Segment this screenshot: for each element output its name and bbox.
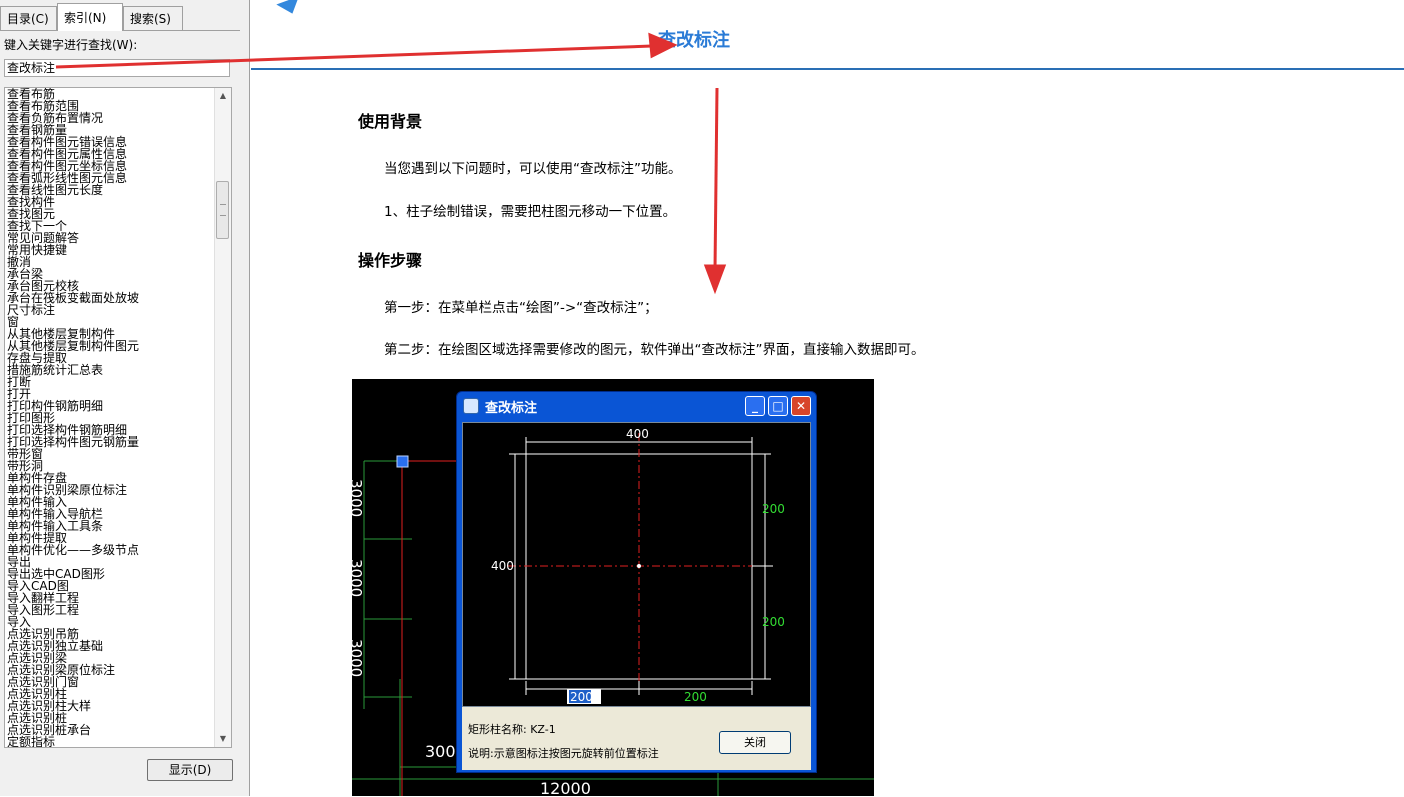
scroll-down-icon[interactable]: ▼: [215, 731, 231, 747]
keyword-input[interactable]: [4, 59, 230, 77]
dim-bottom-left-label: 200: [570, 690, 593, 704]
minimize-icon[interactable]: _: [745, 396, 765, 416]
tab-search[interactable]: 搜索(S): [123, 6, 183, 30]
maximize-icon[interactable]: □: [768, 396, 788, 416]
dim-bottom-right-label: 200: [684, 690, 707, 704]
help-navigation-pane: 目录(C) 索引(N) 搜索(S) 键入关键字进行查找(W): 查看布筋查看布筋…: [0, 0, 242, 796]
background-paragraph-1: 当您遇到以下问题时，可以使用“查改标注”功能。: [384, 161, 682, 177]
index-list-item[interactable]: 导入图形工程: [7, 604, 217, 616]
axis-dim-2: 3000: [352, 559, 365, 597]
index-list-item[interactable]: 常用快捷键: [7, 244, 217, 256]
scroll-up-icon[interactable]: ▲: [215, 88, 231, 104]
dim-top-label: 400: [626, 427, 649, 441]
column-section-svg: 400 400 200 200 200 200: [491, 427, 785, 704]
tab-contents[interactable]: 目录(C): [0, 6, 57, 30]
index-list[interactable]: 查看布筋 查看布筋范围 查看负筋布置情况 查看钢筋量 查看构件图元错误信息 查看构件图元属…: [4, 87, 232, 748]
step-1-text: 第一步：在菜单栏点击“绘图”->“查改标注”；: [384, 300, 658, 316]
center-point: [637, 564, 641, 568]
section-heading-background: 使用背景: [358, 112, 423, 131]
step-2-text: 第二步：在绘图区域选择需要修改的图元，软件弹出“查改标注”界面，直接输入数据即可…: [384, 342, 925, 358]
index-list-item[interactable]: 尺寸标注: [7, 304, 217, 316]
index-list-item[interactable]: 打断: [7, 376, 217, 388]
page-title: 查改标注: [658, 30, 730, 51]
dim-right-top-label: 200: [762, 502, 785, 516]
arrow-to-steps: [703, 87, 727, 295]
title-divider: [251, 68, 1404, 70]
column-name-label: 矩形柱名称: KZ-1: [468, 723, 556, 736]
close-icon[interactable]: ✕: [791, 396, 811, 416]
background-paragraph-2: 1、柱子绘制错误，需要把柱图元移动一下位置。: [384, 204, 677, 220]
tab-index[interactable]: 索引(N): [57, 3, 123, 31]
dim-left-label: 400: [491, 559, 514, 573]
edit-dimension-dialog: 查改标注 _ □ ✕ 400 400 200 200 200 200 矩形柱名称…: [456, 391, 817, 773]
dialog-close-button[interactable]: 关闭: [719, 731, 791, 754]
rotation-note: 说明:示意图标注按图元旋转前位置标注: [468, 747, 659, 760]
index-list-item[interactable]: 单构件优化——多级节点: [7, 544, 217, 556]
index-scrollbar[interactable]: ▲ ▼: [214, 88, 231, 747]
scroll-thumb[interactable]: [216, 181, 229, 239]
column-diagram: 400 400 200 200 200 200: [462, 422, 811, 707]
dim-right-bottom-label: 200: [762, 615, 785, 629]
example-screenshot: 3000 3000 3000 300 12000 查改标注 _ □ ✕ 400 …: [352, 379, 874, 796]
display-button[interactable]: 显示(D): [147, 759, 233, 781]
bottom-dim-1: 300: [425, 742, 456, 761]
index-items: 查看布筋 查看布筋范围 查看负筋布置情况 查看钢筋量 查看构件图元错误信息 查看构件图元属…: [7, 88, 217, 747]
axis-dim-1: 3000: [352, 479, 365, 517]
pane-splitter[interactable]: [241, 0, 250, 796]
keyword-label: 键入关键字进行查找(W):: [4, 38, 138, 52]
dialog-info-panel: 矩形柱名称: KZ-1 说明:示意图标注按图元旋转前位置标注 关闭: [462, 707, 811, 770]
grip-icon: [220, 204, 226, 216]
dialog-title: 查改标注: [485, 401, 538, 416]
index-list-item[interactable]: 定额指标: [7, 736, 217, 747]
selected-grip-icon: [396, 455, 409, 468]
corner-arrow-icon: [276, 0, 304, 18]
bottom-dim-2: 12000: [540, 779, 591, 796]
app-icon: [463, 398, 479, 414]
index-list-item[interactable]: 措施筋统计汇总表: [7, 364, 217, 376]
section-heading-steps: 操作步骤: [358, 251, 423, 270]
axis-dim-3: 3000: [352, 639, 365, 677]
center-lines: [508, 433, 773, 693]
